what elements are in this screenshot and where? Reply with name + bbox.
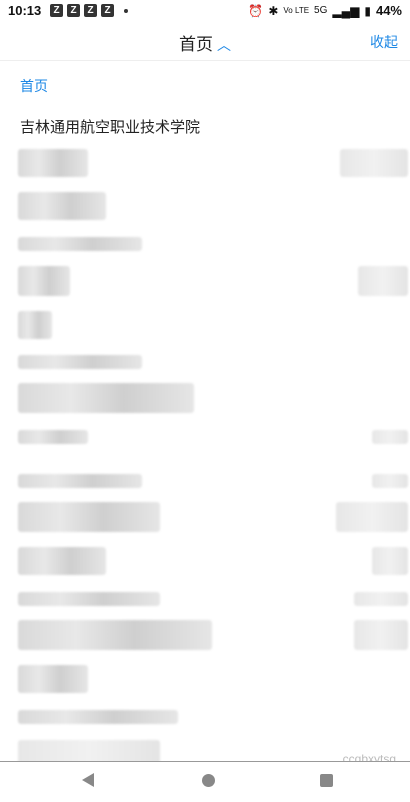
signal-icon: ▂▄▆ <box>332 3 360 18</box>
blurred-row <box>18 430 88 444</box>
network-label: 5G <box>314 5 328 16</box>
page-title-text: 首页 <box>179 35 213 54</box>
blurred-row <box>18 266 70 296</box>
alarm-icon: ⏰ <box>248 3 264 18</box>
blurred-row <box>354 620 408 650</box>
notification-icon: Z <box>50 4 63 17</box>
recent-apps-icon[interactable] <box>320 774 333 787</box>
status-right: ⏰ ✱ Vo LTE 5G ▂▄▆ ▮ 44% <box>248 3 402 18</box>
blurred-row <box>372 474 408 488</box>
chevron-up-icon: ︿ <box>217 37 231 53</box>
header: 首页 ︿ 收起 <box>0 22 410 61</box>
blurred-row <box>340 149 408 177</box>
blurred-row <box>18 192 106 220</box>
back-icon[interactable] <box>82 773 94 787</box>
status-time: 10:13 <box>8 3 42 18</box>
notification-icons: Z Z Z Z <box>50 4 128 17</box>
blurred-row <box>372 547 408 575</box>
collapse-button[interactable]: 收起 <box>370 32 398 52</box>
page-title[interactable]: 首页 ︿ <box>0 30 410 55</box>
blurred-row <box>18 149 88 177</box>
blurred-row <box>18 665 88 693</box>
blurred-row <box>358 266 408 296</box>
blurred-row <box>354 592 408 606</box>
blurred-row <box>18 474 142 488</box>
blurred-row <box>18 237 142 251</box>
school-name[interactable]: 吉林通用航空职业技术学院 <box>20 116 200 137</box>
blurred-row <box>336 502 408 532</box>
home-icon[interactable] <box>202 774 215 787</box>
more-notifications-icon <box>124 9 128 13</box>
battery-level: 44% <box>375 3 402 18</box>
blurred-row <box>18 710 178 724</box>
notification-icon: Z <box>84 4 97 17</box>
volte-icon: Vo LTE <box>283 6 310 15</box>
blurred-row <box>372 430 408 444</box>
blurred-row <box>18 502 160 532</box>
notification-icon: Z <box>101 4 114 17</box>
blurred-row <box>18 620 212 650</box>
blurred-row <box>18 547 106 575</box>
breadcrumb-home[interactable]: 首页 <box>20 76 48 96</box>
blurred-row <box>18 383 194 413</box>
notification-icon: Z <box>67 4 80 17</box>
blurred-row <box>18 311 52 339</box>
status-bar: 10:13 Z Z Z Z ⏰ ✱ Vo LTE 5G ▂▄▆ ▮ 44% <box>0 0 410 22</box>
blurred-row <box>18 592 160 606</box>
blurred-row <box>18 355 142 369</box>
system-nav-bar <box>0 761 410 802</box>
battery-icon: ▮ <box>364 3 371 18</box>
bluetooth-icon: ✱ <box>268 3 279 18</box>
